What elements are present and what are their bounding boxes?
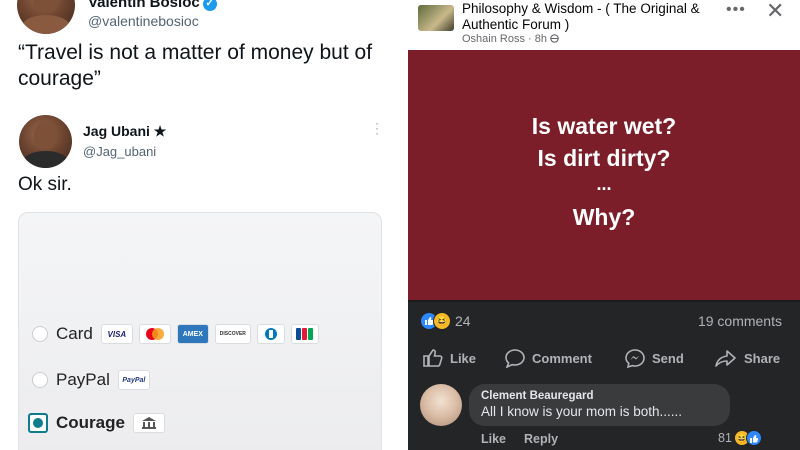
post-line: Is dirt dirty?	[537, 145, 671, 171]
group-avatar[interactable]	[418, 5, 454, 31]
thumbs-up-icon	[423, 349, 443, 367]
post-image[interactable]: Is water wet? Is dirt dirty? ... Why?	[408, 50, 800, 302]
comment-reactions[interactable]: 81 😆	[718, 430, 762, 446]
avatar[interactable]	[19, 115, 72, 168]
post-line: ...	[596, 174, 612, 194]
send-button[interactable]: Send	[624, 348, 684, 368]
action-label: Comment	[532, 350, 592, 366]
option-label: PayPal	[56, 370, 110, 389]
messenger-icon	[625, 349, 645, 368]
group-name[interactable]: Philosophy & Wisdom - ( The Original & A…	[462, 1, 732, 33]
tweet-author-handle[interactable]: @valentinebosioc	[88, 13, 199, 29]
radio-button[interactable]	[32, 372, 48, 388]
bank-icon	[132, 413, 165, 433]
share-button[interactable]: Share	[714, 348, 780, 368]
visa-logo-icon: VISA	[100, 324, 133, 344]
jcb-logo-icon	[290, 324, 319, 344]
like-reaction-icon	[745, 430, 762, 446]
action-label: Share	[744, 350, 781, 366]
comment-like-link[interactable]: Like	[481, 432, 506, 446]
more-options-icon[interactable]: •••	[726, 1, 746, 19]
reply-author-handle[interactable]: @Jag_ubani	[83, 144, 156, 159]
comment-bubble: Clement Beauregard All I know is your mo…	[469, 384, 730, 426]
payment-option-courage[interactable]: Courage	[28, 413, 171, 433]
post-time[interactable]: 8h	[535, 33, 547, 45]
diners-club-logo-icon	[256, 324, 285, 344]
avatar[interactable]	[17, 0, 75, 34]
tweet-author-name[interactable]: Valentin Bosioc	[88, 0, 200, 11]
option-label: Card	[56, 324, 93, 343]
like-button[interactable]: Like	[422, 348, 476, 368]
mastercard-logo-icon	[138, 324, 171, 344]
twitter-screenshot: Valentin Bosioc ✓ @valentinebosioc “Trave…	[0, 0, 400, 450]
commenter-avatar[interactable]	[420, 384, 462, 426]
post-author[interactable]: Oshain Ross	[462, 33, 525, 45]
reaction-summary[interactable]: 😆 24	[420, 312, 471, 330]
commenter-name[interactable]: Clement Beauregard	[481, 390, 718, 402]
facebook-screenshot: Philosophy & Wisdom - ( The Original & A…	[408, 0, 800, 450]
close-icon[interactable]: ✕	[766, 0, 784, 24]
post-line: Is water wet?	[531, 113, 677, 139]
action-label: Like	[450, 350, 477, 366]
paypal-logo-icon: PayPal	[117, 370, 150, 390]
payment-option-paypal[interactable]: PayPal PayPal	[32, 370, 156, 390]
post-line: Why?	[572, 204, 636, 230]
reaction-count: 24	[455, 313, 471, 329]
panel-divider	[400, 0, 408, 450]
comment-icon	[505, 349, 525, 368]
reply-author-name[interactable]: Jag Ubani ★	[83, 123, 166, 140]
comment-reaction-count: 81	[718, 431, 732, 445]
comment-reply-link[interactable]: Reply	[524, 432, 558, 446]
payment-option-card[interactable]: Card VISA AMEX DISCOVER	[32, 324, 325, 344]
discover-logo-icon: DISCOVER	[214, 324, 251, 344]
verified-badge-icon: ✓	[202, 0, 217, 11]
post-header: Philosophy & Wisdom - ( The Original & A…	[408, 0, 800, 50]
radio-button-selected[interactable]	[28, 413, 48, 433]
tweet-text: “Travel is not a matter of money but of …	[18, 41, 373, 90]
comment-count[interactable]: 19 comments	[698, 313, 782, 329]
radio-button[interactable]	[32, 326, 48, 342]
post-meta: Oshain Ross · 8h	[462, 33, 559, 45]
more-options-icon[interactable]: ⋮	[370, 121, 384, 135]
share-icon	[715, 350, 736, 367]
haha-reaction-icon: 😆	[433, 312, 451, 330]
action-label: Send	[652, 350, 684, 366]
comment-button[interactable]: Comment	[504, 348, 592, 368]
amex-logo-icon: AMEX	[176, 324, 209, 344]
option-label: Courage	[56, 413, 125, 432]
globe-icon	[550, 33, 559, 45]
comment-text: All I know is your mom is both......	[481, 404, 683, 419]
reply-text: Ok sir.	[18, 174, 72, 195]
